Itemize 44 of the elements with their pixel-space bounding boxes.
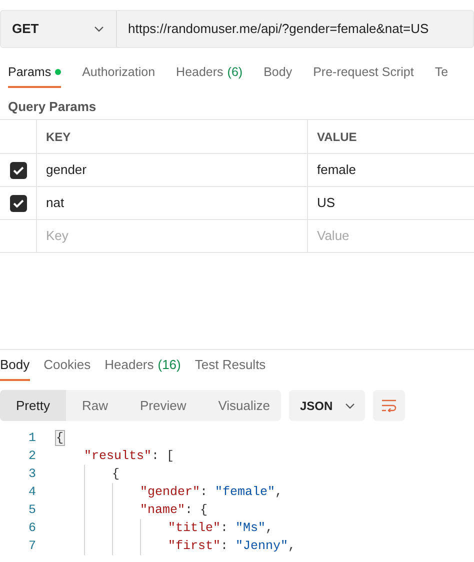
line-number: 2 [27,448,37,465]
view-mode-tab[interactable]: Pretty [0,390,66,421]
checkbox[interactable] [10,162,26,178]
checkmark-icon [12,166,24,174]
request-tab[interactable]: Authorization [82,58,156,88]
request-tab[interactable]: Pre-request Script [313,58,414,88]
section-title: Query Params [7,98,98,116]
request-tab[interactable]: Params [8,58,62,88]
wrap-lines-button[interactable] [373,390,405,421]
code-line: "first": "Jenny", [168,538,296,555]
line-number: 3 [27,466,37,483]
table-cell[interactable]: US [308,187,474,219]
response-tab[interactable]: Body [0,350,30,381]
view-mode-tab[interactable]: Visualize [202,390,281,421]
line-number: 4 [27,484,37,501]
column-header: VALUE [316,128,358,146]
request-tab[interactable]: Headers (6) [176,58,243,88]
checkbox[interactable] [10,194,26,212]
table-cell[interactable]: nat [37,187,308,219]
view-mode-tab[interactable]: Preview [124,390,202,421]
code-line: "gender": "female", [140,484,283,501]
code-line: { [112,466,120,483]
wrap-lines-icon [381,399,397,412]
request-tab[interactable]: Body [264,58,292,88]
table-cell[interactable]: gender [37,154,308,186]
value-field[interactable]: Value [317,226,458,246]
line-number: 7 [27,538,37,555]
key-field[interactable]: Key [46,226,281,246]
table-cell[interactable]: female [308,154,474,186]
line-number: 6 [27,520,37,537]
checkmark-icon [12,198,24,208]
column-header: KEY [37,120,308,153]
code-line: "title": "Ms", [168,520,274,537]
line-number: 1 [27,430,37,447]
response-tab[interactable]: Test Results [194,350,266,381]
response-tab[interactable]: Headers (16) [104,350,181,381]
request-tab[interactable]: Te [434,58,448,88]
code-line: "name": { [140,502,208,519]
line-number: 5 [27,502,37,519]
chevron-down-icon [345,402,355,408]
response-tab[interactable]: Cookies [44,350,91,381]
code-line: "results": [ [84,448,174,465]
format-dropdown[interactable]: JSON [289,390,365,421]
view-mode-tab[interactable]: Raw [66,390,124,421]
